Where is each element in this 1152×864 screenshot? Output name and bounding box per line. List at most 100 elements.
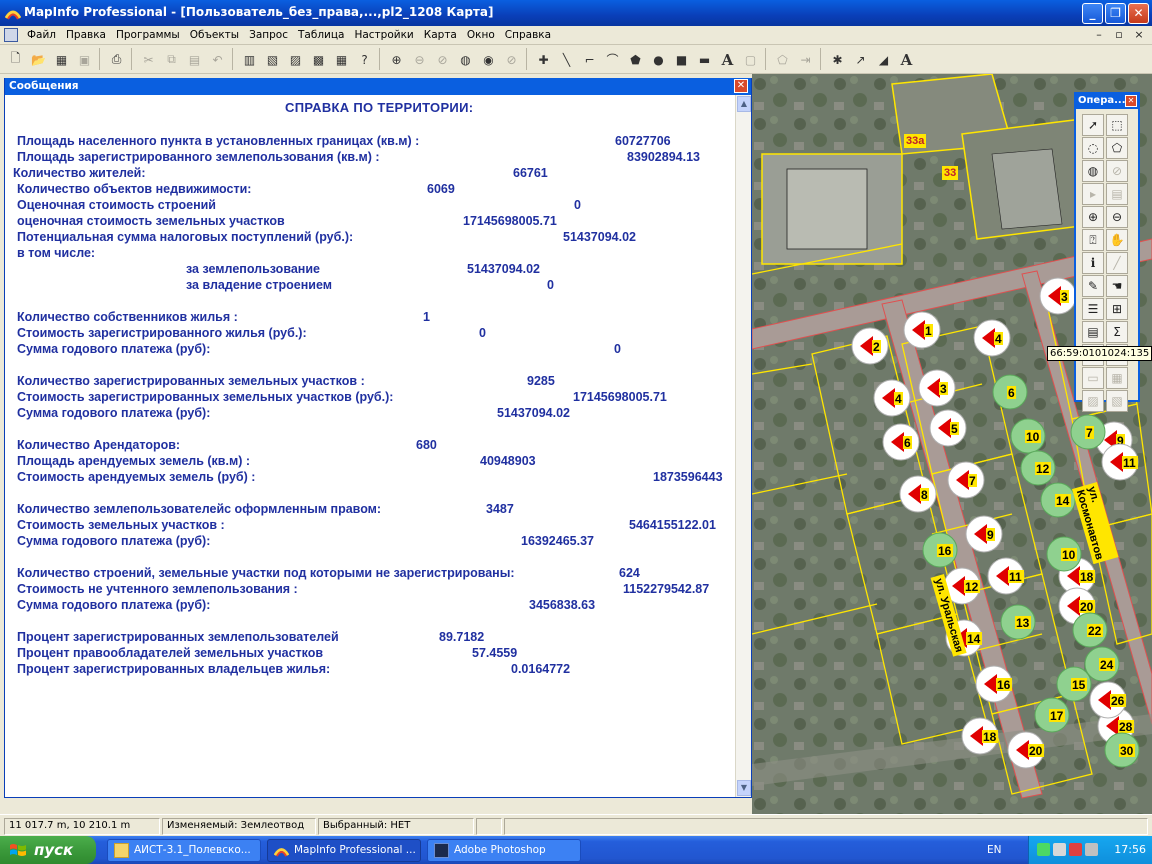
- invert-select-icon[interactable]: ▤: [1106, 183, 1128, 205]
- open-file-icon[interactable]: 📂: [27, 48, 50, 71]
- unselect-icon[interactable]: ⊘: [1106, 160, 1128, 182]
- save-icon[interactable]: ▣: [73, 48, 96, 71]
- parcel-marker-unregistered[interactable]: 6: [882, 423, 920, 461]
- globe-icon[interactable]: ◉: [477, 48, 500, 71]
- network-icon[interactable]: [1037, 843, 1050, 856]
- parcel-marker-unregistered[interactable]: 4: [973, 319, 1011, 357]
- add-node-icon[interactable]: ⇥: [794, 48, 817, 71]
- open-workspace-icon[interactable]: ▦: [50, 48, 73, 71]
- change-view-icon[interactable]: ⍰: [1082, 229, 1104, 251]
- region-style-icon[interactable]: ◢: [872, 48, 895, 71]
- parcel-marker-unregistered[interactable]: 4: [873, 379, 911, 417]
- undo-icon[interactable]: ↶: [206, 48, 229, 71]
- scroll-down-icon[interactable]: ▼: [737, 780, 751, 796]
- mdi-restore-button[interactable]: ▫: [1112, 28, 1126, 41]
- menu-query[interactable]: Запрос: [244, 29, 293, 41]
- parcel-marker-registered[interactable]: 24: [1084, 646, 1120, 682]
- new-grapher-icon[interactable]: ▨: [284, 48, 307, 71]
- menu-window[interactable]: Окно: [462, 29, 500, 41]
- status-selected-layer[interactable]: Выбранный: НЕТ: [318, 818, 474, 835]
- marquee-select-icon[interactable]: ⬚: [1106, 114, 1128, 136]
- maximize-button[interactable]: ❐: [1105, 3, 1126, 24]
- parcel-marker-registered[interactable]: 6: [992, 374, 1028, 410]
- hotlink-tool-icon[interactable]: ╱: [1106, 252, 1128, 274]
- show-stats-icon[interactable]: ▦: [1106, 367, 1128, 389]
- rectangle-tool-icon[interactable]: ■: [670, 48, 693, 71]
- menu-programs[interactable]: Программы: [111, 29, 185, 41]
- volume-icon[interactable]: [1085, 843, 1098, 856]
- menu-file[interactable]: Файл: [22, 29, 61, 41]
- polyline-tool-icon[interactable]: ⌐: [578, 48, 601, 71]
- parcel-marker-unregistered[interactable]: 18: [961, 717, 999, 755]
- symbol-style-icon[interactable]: ✱: [826, 48, 849, 71]
- symbol-tool-icon[interactable]: ✚: [532, 48, 555, 71]
- hotlink-icon[interactable]: ⊕: [385, 48, 408, 71]
- task-mapinfo[interactable]: MapInfo Professional ...: [267, 839, 421, 862]
- parcel-marker-unregistered[interactable]: 9: [965, 515, 1003, 553]
- statistics-icon[interactable]: Σ: [1106, 321, 1128, 343]
- antivirus-icon[interactable]: [1069, 843, 1082, 856]
- paste-icon[interactable]: ▤: [183, 48, 206, 71]
- parcel-marker-registered[interactable]: 10: [1010, 418, 1046, 454]
- menu-help[interactable]: Справка: [500, 29, 556, 41]
- zoom-out-icon[interactable]: ⊖: [1106, 206, 1128, 228]
- task-photoshop[interactable]: Adobe Photoshop: [427, 839, 581, 862]
- parcel-marker-unregistered[interactable]: 8: [899, 475, 937, 513]
- parcel-marker-unregistered[interactable]: 20: [1007, 731, 1045, 769]
- parcel-marker-registered[interactable]: 16: [922, 532, 958, 568]
- disabled-tool2-icon[interactable]: ⊘: [431, 48, 454, 71]
- show-legend-icon[interactable]: ▭: [1082, 367, 1104, 389]
- document-icon[interactable]: [4, 28, 18, 42]
- menu-objects[interactable]: Объекты: [185, 29, 244, 41]
- messages-scrollbar[interactable]: ▲ ▼: [735, 95, 751, 797]
- parcel-marker-unregistered[interactable]: 5: [929, 409, 967, 447]
- bluetooth-icon[interactable]: [1053, 843, 1066, 856]
- zoom-in-icon[interactable]: ⊕: [1082, 206, 1104, 228]
- layer-control-icon[interactable]: ☰: [1082, 298, 1104, 320]
- messages-close-button[interactable]: ✕: [734, 79, 748, 93]
- arc-tool-icon[interactable]: ⌒: [601, 48, 624, 71]
- start-button[interactable]: пуск: [0, 836, 96, 864]
- select-arrow-icon[interactable]: ➚: [1082, 114, 1104, 136]
- legend-icon[interactable]: ▤: [1082, 321, 1104, 343]
- map-globe-icon[interactable]: ◍: [454, 48, 477, 71]
- polygon-select-icon[interactable]: ⬠: [1106, 137, 1128, 159]
- language-indicator[interactable]: EN: [987, 844, 1002, 856]
- new-browser-icon[interactable]: ▥: [238, 48, 261, 71]
- parcel-marker-unregistered[interactable]: 3: [918, 369, 956, 407]
- parcel-marker-registered[interactable]: 13: [1000, 604, 1036, 640]
- drag-window-icon[interactable]: ☚: [1106, 275, 1128, 297]
- misc-tool-icon[interactable]: ▧: [1106, 390, 1128, 412]
- new-layout-icon[interactable]: ▩: [307, 48, 330, 71]
- cut-icon[interactable]: ✂: [137, 48, 160, 71]
- radius-select-icon[interactable]: ◌: [1082, 137, 1104, 159]
- parcel-marker-unregistered[interactable]: 11: [1101, 443, 1139, 481]
- status-editable-layer[interactable]: Изменяемый: Землеотвод: [162, 818, 316, 835]
- text-style-icon[interactable]: A: [895, 48, 918, 71]
- new-file-icon[interactable]: 🗋: [4, 48, 27, 71]
- frame-tool-icon[interactable]: ▢: [739, 48, 762, 71]
- parcel-marker-registered[interactable]: 30: [1104, 732, 1140, 768]
- graph-select-icon[interactable]: ▸: [1082, 183, 1104, 205]
- text-tool-icon[interactable]: A: [716, 48, 739, 71]
- label-tool-icon[interactable]: ✎: [1082, 275, 1104, 297]
- ruler-icon[interactable]: ⊞: [1106, 298, 1128, 320]
- pan-extra-icon[interactable]: ▨: [1082, 390, 1104, 412]
- menu-table[interactable]: Таблица: [293, 29, 349, 41]
- disabled-tool-icon[interactable]: ⊖: [408, 48, 431, 71]
- mdi-minimize-button[interactable]: –: [1092, 28, 1106, 41]
- mdi-close-button[interactable]: ×: [1132, 28, 1146, 41]
- parcel-marker-unregistered[interactable]: 26: [1089, 681, 1127, 719]
- parcel-marker-unregistered[interactable]: 1: [903, 311, 941, 349]
- boundary-select-icon[interactable]: ◍: [1082, 160, 1104, 182]
- parcel-marker-registered[interactable]: 10: [1046, 536, 1082, 572]
- grabber-hand-icon[interactable]: ✋: [1106, 229, 1128, 251]
- parcel-marker-registered[interactable]: 15: [1056, 666, 1092, 702]
- parcel-marker-unregistered[interactable]: 11: [987, 557, 1025, 595]
- new-mapper-icon[interactable]: ▧: [261, 48, 284, 71]
- menu-edit[interactable]: Правка: [61, 29, 111, 41]
- parcel-marker-registered[interactable]: 17: [1034, 697, 1070, 733]
- print-icon[interactable]: ⎙: [105, 48, 128, 71]
- menu-settings[interactable]: Настройки: [349, 29, 418, 41]
- parcel-marker-registered[interactable]: 7: [1070, 414, 1106, 450]
